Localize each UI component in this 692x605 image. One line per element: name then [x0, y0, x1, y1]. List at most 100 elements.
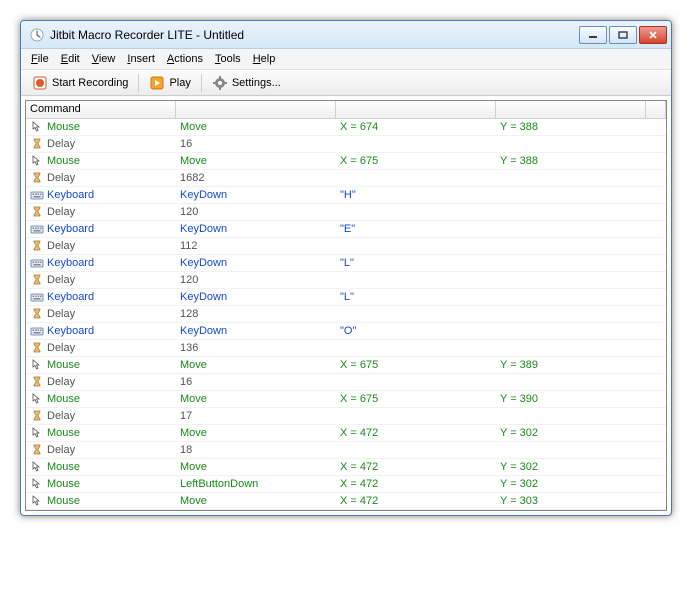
cell-command-text: Keyboard [47, 325, 94, 337]
mouse-icon [30, 120, 44, 134]
cell-command-text: Mouse [47, 155, 80, 167]
cell-command: Mouse [26, 460, 176, 474]
table-row[interactable]: KeyboardKeyDown"O" [26, 323, 666, 340]
cell-command: Delay [26, 375, 176, 389]
table-row[interactable]: KeyboardKeyDown"L" [26, 255, 666, 272]
table-row[interactable]: Delay1682 [26, 170, 666, 187]
cell-action: Move [176, 155, 336, 167]
column-header-1[interactable] [176, 101, 336, 118]
cell-action: 17 [176, 410, 336, 422]
cell-command: Mouse [26, 154, 176, 168]
cell-action: KeyDown [176, 223, 336, 235]
table-row[interactable]: Delay16 [26, 374, 666, 391]
cell-command-text: Delay [47, 172, 75, 184]
delay-icon [30, 409, 44, 423]
menu-file[interactable]: File [25, 51, 55, 67]
table-row[interactable]: Delay112 [26, 238, 666, 255]
column-header-4[interactable] [646, 101, 666, 118]
menu-view[interactable]: View [86, 51, 122, 67]
cell-action: KeyDown [176, 189, 336, 201]
cell-command: Mouse [26, 426, 176, 440]
table-row[interactable]: MouseMoveX = 675Y = 389 [26, 357, 666, 374]
cell-command: Delay [26, 409, 176, 423]
content-area: Command MouseMoveX = 674Y = 388Delay16Mo… [21, 96, 671, 515]
table-row[interactable]: KeyboardKeyDown"L" [26, 289, 666, 306]
menu-edit[interactable]: Edit [55, 51, 86, 67]
table-row[interactable]: Delay18 [26, 442, 666, 459]
cell-command: Delay [26, 307, 176, 321]
cell-command-text: Delay [47, 274, 75, 286]
cell-p1: X = 675 [336, 155, 496, 167]
cell-command-text: Delay [47, 410, 75, 422]
settings-button[interactable]: Settings... [205, 72, 288, 94]
record-icon [32, 75, 48, 91]
cell-command: Mouse [26, 120, 176, 134]
menu-actions[interactable]: Actions [161, 51, 209, 67]
grid-body[interactable]: MouseMoveX = 674Y = 388Delay16MouseMoveX… [26, 119, 666, 510]
menu-tools[interactable]: Tools [209, 51, 247, 67]
start-recording-button[interactable]: Start Recording [25, 72, 135, 94]
table-row[interactable]: Delay16 [26, 136, 666, 153]
cell-command: Keyboard [26, 256, 176, 270]
table-row[interactable]: MouseLeftButtonDownX = 472Y = 302 [26, 476, 666, 493]
menu-insert[interactable]: Insert [121, 51, 161, 67]
cell-command-text: Delay [47, 342, 75, 354]
table-row[interactable]: Delay120 [26, 272, 666, 289]
table-row[interactable]: Mouse MoveX = 675Y = 388 [26, 153, 666, 170]
cell-command-text: Keyboard [47, 223, 94, 235]
mouse-icon [30, 154, 44, 168]
cell-action: 16 [176, 138, 336, 150]
cell-p1: "E" [336, 223, 496, 235]
delay-icon [30, 273, 44, 287]
cell-action: Move [176, 393, 336, 405]
toolbar-separator [138, 74, 139, 92]
play-button[interactable]: Play [142, 72, 197, 94]
table-row[interactable]: Delay 17 [26, 408, 666, 425]
table-row[interactable]: Delay128 [26, 306, 666, 323]
cell-action: KeyDown [176, 291, 336, 303]
column-header-2[interactable] [336, 101, 496, 118]
mouse-icon [30, 358, 44, 372]
menu-help[interactable]: Help [247, 51, 282, 67]
table-row[interactable]: MouseMoveX = 472Y = 302 [26, 459, 666, 476]
delay-icon [30, 171, 44, 185]
cell-p2: Y = 388 [496, 155, 646, 167]
table-row[interactable]: Delay120 [26, 204, 666, 221]
delay-icon [30, 375, 44, 389]
grid-header[interactable]: Command [26, 101, 666, 119]
mouse-icon [30, 426, 44, 440]
mouse-icon [30, 392, 44, 406]
cell-command-text: Keyboard [47, 257, 94, 269]
cell-command-text: Mouse [47, 478, 80, 490]
cell-command: Delay [26, 171, 176, 185]
keyboard-icon [30, 256, 44, 270]
minimize-button[interactable] [579, 26, 607, 44]
close-button[interactable] [639, 26, 667, 44]
column-header-3[interactable] [496, 101, 646, 118]
table-row[interactable]: Keyboard KeyDown"E" [26, 221, 666, 238]
cell-p1: X = 674 [336, 121, 496, 133]
cell-command-text: Mouse [47, 393, 80, 405]
maximize-button[interactable] [609, 26, 637, 44]
cell-command: Mouse [26, 358, 176, 372]
table-row[interactable]: MouseMoveX = 472Y = 302 [26, 425, 666, 442]
keyboard-icon [30, 188, 44, 202]
titlebar[interactable]: Jitbit Macro Recorder LITE - Untitled [21, 21, 671, 49]
cell-command: Delay [26, 137, 176, 151]
start-recording-label: Start Recording [52, 77, 128, 89]
mouse-icon [30, 477, 44, 491]
delay-icon [30, 341, 44, 355]
play-label: Play [169, 77, 190, 89]
table-row[interactable]: MouseMoveX = 675Y = 390 [26, 391, 666, 408]
cell-action: KeyDown [176, 257, 336, 269]
cell-command: Mouse [26, 494, 176, 508]
column-header-command[interactable]: Command [26, 101, 176, 118]
keyboard-icon [30, 290, 44, 304]
table-row[interactable]: MouseMoveX = 674Y = 388 [26, 119, 666, 136]
macro-grid[interactable]: Command MouseMoveX = 674Y = 388Delay16Mo… [25, 100, 667, 511]
table-row[interactable]: MouseMoveX = 472Y = 303 [26, 493, 666, 510]
table-row[interactable]: KeyboardKeyDown"H" [26, 187, 666, 204]
table-row[interactable]: Delay136 [26, 340, 666, 357]
app-icon [29, 27, 45, 43]
cell-command: Delay [26, 341, 176, 355]
